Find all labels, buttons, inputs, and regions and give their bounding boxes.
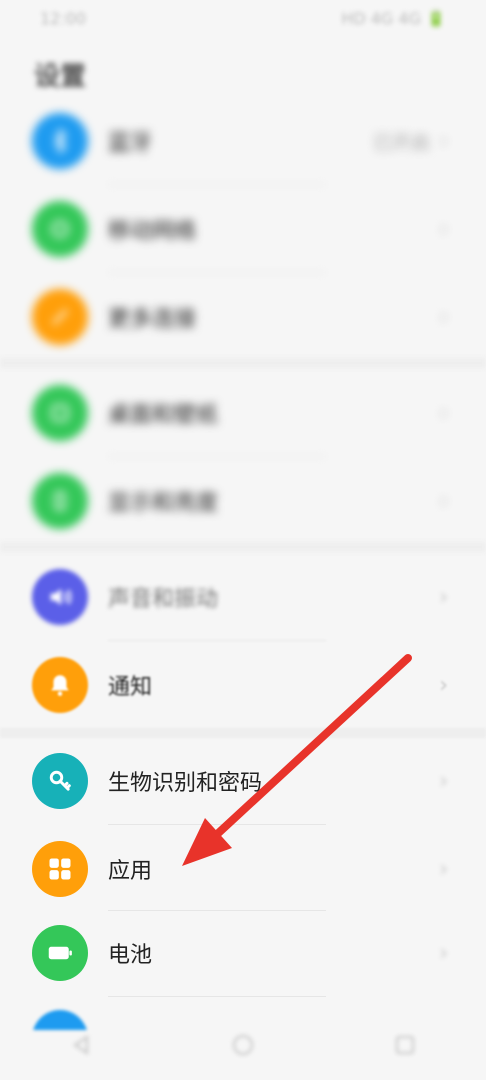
section-divider	[0, 542, 486, 552]
chevron-right-icon: ›	[439, 856, 448, 882]
bluetooth-icon	[32, 113, 88, 169]
wallpaper-icon	[32, 385, 88, 441]
bluetooth-status: 已开启	[372, 131, 430, 154]
settings-item-label: 显示和亮度	[108, 491, 219, 516]
section-divider	[0, 728, 486, 738]
section-divider	[0, 358, 486, 368]
chevron-right-icon: ›	[439, 768, 448, 794]
apps-grid-icon	[32, 841, 88, 897]
back-icon[interactable]	[68, 1032, 94, 1058]
chevron-right-icon: ›	[439, 128, 448, 154]
settings-item-label: 应用	[108, 859, 153, 884]
link-icon	[32, 289, 88, 345]
page-title: 设置	[34, 62, 87, 92]
settings-item-label: 通知	[108, 675, 153, 700]
settings-item-label: 桌面和壁纸	[108, 403, 219, 428]
settings-item-more-connections[interactable]: 更多连接 ›	[0, 274, 486, 360]
settings-item-biometrics-password[interactable]: 生物识别和密码 ›	[0, 738, 486, 824]
battery-icon	[32, 925, 88, 981]
key-icon	[32, 753, 88, 809]
settings-item-label: 生物识别和密码	[108, 771, 263, 796]
mobile-network-icon	[32, 201, 88, 257]
chevron-right-icon: ›	[439, 672, 448, 698]
status-bar: 12:00 HD 4G 4G 🔋	[0, 0, 486, 36]
sound-icon	[32, 569, 88, 625]
chevron-right-icon: ›	[439, 216, 448, 242]
settings-item-label: 更多连接	[108, 307, 197, 332]
chevron-right-icon: ›	[439, 584, 448, 610]
chevron-right-icon: ›	[439, 940, 448, 966]
home-icon[interactable]	[230, 1032, 256, 1058]
settings-item-label: 电池	[108, 943, 153, 968]
brightness-icon	[32, 473, 88, 529]
status-icons: HD 4G 4G 🔋	[341, 8, 446, 28]
settings-item-display-brightness[interactable]: 显示和亮度 ›	[0, 458, 486, 544]
settings-item-bluetooth[interactable]: 蓝牙 已开启 ›	[0, 98, 486, 184]
bell-icon	[32, 657, 88, 713]
settings-item-desktop-wallpaper[interactable]: 桌面和壁纸 ›	[0, 370, 486, 456]
settings-item-label: 移动网络	[108, 219, 197, 244]
settings-item-label: 蓝牙	[108, 131, 153, 156]
settings-item-mobile-network[interactable]: 移动网络 ›	[0, 186, 486, 272]
settings-item-apps[interactable]: 应用 ›	[0, 826, 486, 912]
status-time: 12:00	[40, 8, 87, 28]
recents-icon[interactable]	[392, 1032, 418, 1058]
settings-item-battery[interactable]: 电池 ›	[0, 910, 486, 996]
settings-item-label: 声音和振动	[108, 587, 219, 612]
settings-item-sound-vibration[interactable]: 声音和振动 ›	[0, 554, 486, 640]
chevron-right-icon: ›	[439, 400, 448, 426]
chevron-right-icon: ›	[439, 304, 448, 330]
chevron-right-icon: ›	[439, 488, 448, 514]
settings-item-notifications[interactable]: 通知 ›	[0, 642, 486, 728]
system-navigation-bar	[0, 1010, 486, 1080]
